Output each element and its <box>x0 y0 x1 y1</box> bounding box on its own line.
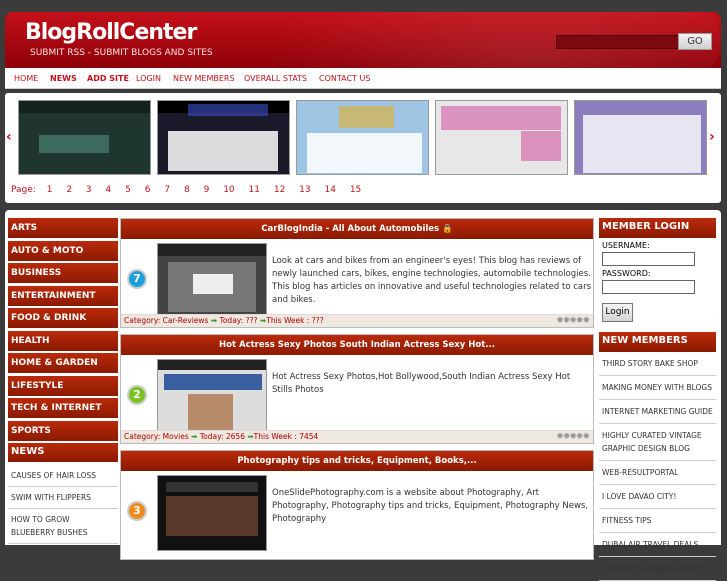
page-link[interactable]: 2 <box>66 185 72 195</box>
post-title[interactable]: CarBlogIndia - All About Automobiles 🔒 <box>121 219 593 239</box>
page-link[interactable]: 8 <box>184 185 190 195</box>
category-lifestyle[interactable]: LIFESTYLE <box>8 375 118 396</box>
rank-badge: 3 <box>127 501 147 521</box>
page-link[interactable]: 4 <box>106 185 112 195</box>
page-link[interactable]: 6 <box>145 185 151 195</box>
post-screenshot[interactable] <box>157 475 267 551</box>
nav-news[interactable]: NEWS <box>50 74 77 83</box>
nav-home[interactable]: HOME <box>14 74 38 83</box>
category-sidebar: ARTS AUTO & MOTO BUSINESS ENTERTAINMENT … <box>8 218 118 544</box>
nav-add-site[interactable]: ADD SITE <box>87 74 129 83</box>
post-category-link[interactable]: Car-Reviews <box>163 316 209 325</box>
nav-login[interactable]: LOGIN <box>136 74 161 83</box>
page-link[interactable]: 9 <box>204 185 210 195</box>
category-health[interactable]: HEALTH <box>8 330 118 351</box>
news-item[interactable]: CAUSES OF HAIR LOSS <box>8 465 118 487</box>
blog-listing: CarBlogIndia - All About Automobiles 🔒 7… <box>120 218 594 566</box>
post-meta: Category: Movies ➡ Today: 2656 ➡This Wee… <box>121 430 593 443</box>
page-link[interactable]: 12 <box>274 185 285 195</box>
page-link[interactable]: 14 <box>325 185 336 195</box>
site-thumbnail[interactable] <box>157 100 290 175</box>
username-label: USERNAME: <box>602 241 650 250</box>
page-link[interactable]: 11 <box>249 185 260 195</box>
login-button[interactable]: Login <box>602 303 633 322</box>
new-member-link[interactable]: FITNESS TIPS <box>599 509 716 533</box>
new-member-link[interactable]: DUBAI AIR TRAVEL DEALS <box>599 533 716 557</box>
post-screenshot[interactable] <box>157 359 267 435</box>
page-link[interactable]: 7 <box>164 185 170 195</box>
new-member-link[interactable]: I LOVE DAVAO CITY! <box>599 485 716 509</box>
post-title[interactable]: Photography tips and tricks, Equipment, … <box>121 451 593 471</box>
post-description: Hot Actress Sexy Photos,Hot Bollywood,So… <box>272 372 571 395</box>
post-description: Look at cars and bikes from an engineer'… <box>272 256 592 305</box>
category-tech-internet[interactable]: TECH & INTERNET <box>8 398 118 418</box>
main-nav: HOME NEWS ADD SITE LOGIN NEW MEMBERS OVE… <box>5 68 721 89</box>
category-arts[interactable]: ARTS <box>8 218 118 238</box>
page-link[interactable]: 3 <box>86 185 92 195</box>
login-form: USERNAME: PASSWORD: Login <box>599 238 716 325</box>
new-member-link[interactable]: TONIGHT'S DINNER RECIPES <box>599 557 716 581</box>
site-thumbnail[interactable] <box>574 100 707 175</box>
post-description: OneSlidePhotography.com is a website abo… <box>272 488 589 524</box>
page-link[interactable]: 10 <box>223 185 234 195</box>
category-sports[interactable]: SPORTS <box>8 420 118 441</box>
lock-icon: 🔒 <box>442 224 453 234</box>
site-thumbnail[interactable] <box>435 100 568 175</box>
nav-new-members[interactable]: NEW MEMBERS <box>173 74 235 83</box>
username-field[interactable] <box>602 252 695 266</box>
category-home-garden[interactable]: HOME & GARDEN <box>8 353 118 373</box>
search-input[interactable] <box>556 35 679 49</box>
nav-contact-us[interactable]: CONTACT US <box>319 74 370 83</box>
page-link[interactable]: 13 <box>299 185 310 195</box>
content-area: ARTS AUTO & MOTO BUSINESS ENTERTAINMENT … <box>5 210 721 581</box>
page-link[interactable]: 1 <box>47 185 53 195</box>
post-screenshot[interactable] <box>157 243 267 319</box>
category-food-drink[interactable]: FOOD & DRINK <box>8 308 118 328</box>
star-rating[interactable]: ✹✹✹✹✹ <box>556 432 590 442</box>
right-sidebar: MEMBER LOGIN USERNAME: PASSWORD: Login N… <box>599 218 716 581</box>
new-member-link[interactable]: MAKING MONEY WITH BLOGS <box>599 376 716 400</box>
site-thumbnail[interactable] <box>18 100 151 175</box>
search-go-button[interactable]: GO <box>678 33 712 50</box>
nav-overall-stats[interactable]: OVERALL STATS <box>244 74 307 83</box>
blog-post: Hot Actress Sexy Photos South Indian Act… <box>120 334 594 444</box>
rank-badge: 2 <box>127 385 147 405</box>
new-member-link[interactable]: INTERNET MARKETING GUIDE <box>599 400 716 424</box>
chevron-left-icon[interactable]: ‹ <box>6 129 12 145</box>
chevron-right-icon[interactable]: › <box>709 129 715 145</box>
password-field[interactable] <box>602 280 695 294</box>
page-link[interactable]: 5 <box>125 185 131 195</box>
arrow-right-icon: ➡ <box>210 316 218 325</box>
new-member-link[interactable]: THIRD STORY BAKE SHOP <box>599 352 716 376</box>
pager-label: Page: <box>11 185 36 195</box>
new-member-link[interactable]: WEB-RESULTPORTAL <box>599 461 716 485</box>
new-member-link[interactable]: HIGHLY CURATED VINTAGE GRAPHIC DESIGN BL… <box>599 424 716 461</box>
post-category-link[interactable]: Movies <box>163 432 189 441</box>
news-heading: NEWS <box>8 443 118 462</box>
site-header: BlogRollCenter SUBMIT RSS - SUBMIT BLOGS… <box>5 12 721 68</box>
category-entertainment[interactable]: ENTERTAINMENT <box>8 285 118 306</box>
post-title[interactable]: Hot Actress Sexy Photos South Indian Act… <box>121 335 593 355</box>
category-business[interactable]: BUSINESS <box>8 263 118 283</box>
news-item[interactable]: HOW TO GROW BLUEBERRY BUSHES <box>8 509 118 544</box>
gallery-pager: Page: 1 2 3 4 5 6 7 8 9 10 11 12 13 14 1… <box>11 185 372 195</box>
member-login-heading: MEMBER LOGIN <box>599 218 716 238</box>
arrow-right-icon: ➡ <box>191 432 198 441</box>
rank-badge: 7 <box>127 269 147 289</box>
blog-post: Photography tips and tricks, Equipment, … <box>120 450 594 560</box>
site-gallery: ‹ › Page: 1 2 3 4 5 6 7 8 9 10 11 12 13 … <box>5 93 721 203</box>
page-link[interactable]: 15 <box>350 185 361 195</box>
site-logo[interactable]: BlogRollCenter <box>25 20 197 45</box>
site-tagline: SUBMIT RSS - SUBMIT BLOGS AND SITES <box>30 48 213 58</box>
news-item[interactable]: SWIM WITH FLIPPERS <box>8 487 118 509</box>
site-thumbnail[interactable] <box>296 100 429 175</box>
post-meta: Category: Car-Reviews ➡ Today: ??? ➡This… <box>121 314 593 327</box>
star-rating[interactable]: ✹✹✹✹✹ <box>556 316 590 326</box>
category-auto-moto[interactable]: AUTO & MOTO <box>8 240 118 261</box>
password-label: PASSWORD: <box>602 269 651 278</box>
blog-post: CarBlogIndia - All About Automobiles 🔒 7… <box>120 218 594 328</box>
new-members-heading: NEW MEMBERS <box>599 332 716 352</box>
